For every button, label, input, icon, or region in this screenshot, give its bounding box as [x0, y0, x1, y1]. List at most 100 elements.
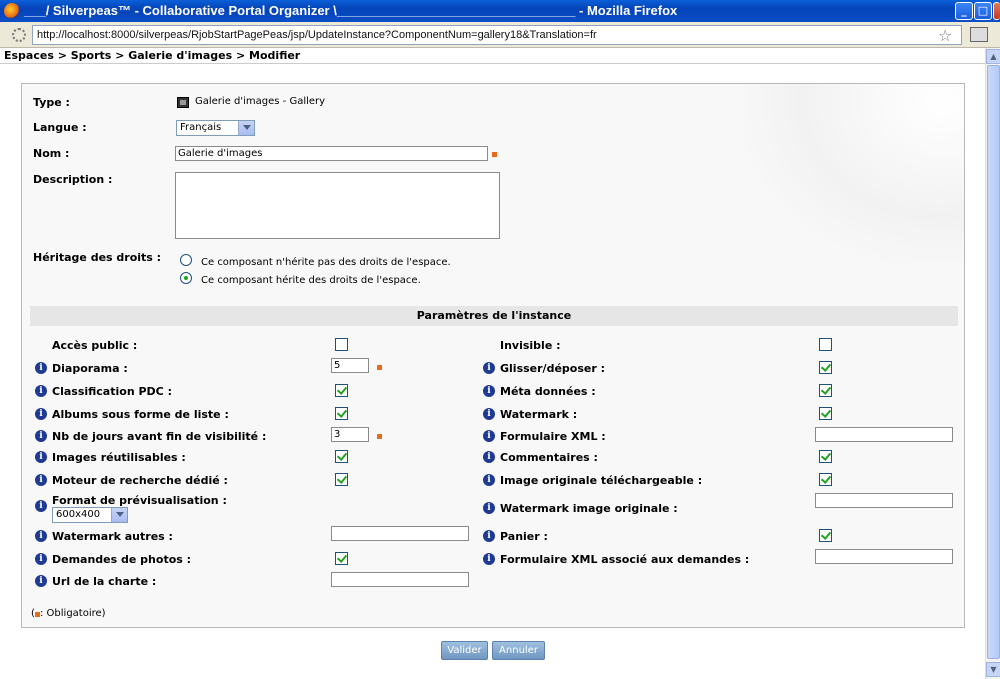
- window-titlebar: ___/ Silverpeas™ - Collaborative Portal …: [0, 0, 1000, 22]
- vertical-scrollbar[interactable]: ▲ ▼: [985, 48, 1000, 679]
- info-icon[interactable]: i: [483, 451, 495, 463]
- scrollbar-thumb[interactable]: [987, 65, 1000, 659]
- maximize-button[interactable]: □: [974, 2, 992, 20]
- info-icon[interactable]: i: [35, 362, 47, 374]
- instance-form-panel: Type : Galerie d'images - Gallery Langue…: [21, 83, 965, 628]
- heritage-label: Héritage des droits :: [33, 251, 162, 264]
- panier-checkbox[interactable]: [819, 529, 832, 542]
- scroll-up-icon[interactable]: ▲: [986, 49, 1000, 64]
- legend-text: : Obligatoire): [40, 608, 106, 619]
- url-input[interactable]: http://localhost:8000/silverpeas/RjobSta…: [32, 25, 962, 45]
- format-previsualisation-select[interactable]: 600x400: [52, 507, 128, 523]
- type-value: Galerie d'images - Gallery: [195, 96, 326, 107]
- required-marker: [377, 434, 382, 439]
- heritage-yes-radio[interactable]: [180, 272, 192, 284]
- classification-pdc-checkbox[interactable]: [335, 384, 348, 397]
- param-label: Watermark autres :: [52, 530, 173, 543]
- format-select-value: 600x400: [56, 509, 101, 520]
- watermark-autres-input[interactable]: [331, 526, 469, 541]
- nom-input[interactable]: Galerie d'images: [175, 146, 488, 161]
- langue-select[interactable]: Français: [176, 120, 255, 136]
- param-label: Url de la charte :: [52, 575, 157, 588]
- langue-label: Langue :: [33, 121, 87, 134]
- url-charte-input[interactable]: [331, 572, 469, 587]
- info-icon[interactable]: i: [483, 430, 495, 442]
- info-icon[interactable]: i: [483, 553, 495, 565]
- param-label: Watermark :: [500, 408, 578, 421]
- invisible-checkbox[interactable]: [819, 338, 832, 351]
- gallery-icon: [177, 97, 189, 108]
- moteur-recherche-checkbox[interactable]: [335, 473, 348, 486]
- param-label: Commentaires :: [500, 451, 598, 464]
- acces-public-checkbox[interactable]: [335, 338, 348, 351]
- param-label: Nb de jours avant fin de visibilité :: [52, 430, 267, 443]
- info-icon[interactable]: i: [483, 362, 495, 374]
- param-label: Formulaire XML :: [500, 430, 606, 443]
- param-label: Moteur de recherche dédié :: [52, 474, 228, 487]
- close-button[interactable]: [993, 2, 1000, 20]
- watermark-image-originale-input[interactable]: [815, 493, 953, 508]
- param-label: Watermark image originale :: [500, 502, 678, 515]
- info-icon[interactable]: i: [35, 430, 47, 442]
- param-label: Méta données :: [500, 385, 596, 398]
- validate-button[interactable]: Valider: [441, 641, 488, 660]
- scroll-down-icon[interactable]: ▼: [986, 662, 1000, 677]
- cancel-button[interactable]: Annuler: [492, 641, 545, 660]
- required-marker: [377, 365, 382, 370]
- langue-select-value: Français: [180, 122, 222, 133]
- glisser-deposer-checkbox[interactable]: [819, 361, 832, 374]
- info-icon[interactable]: i: [35, 500, 47, 512]
- info-icon[interactable]: i: [483, 408, 495, 420]
- param-label: Formulaire XML associé aux demandes :: [500, 553, 750, 566]
- description-textarea[interactable]: [175, 172, 500, 239]
- watermark-checkbox[interactable]: [819, 407, 832, 420]
- image-originale-checkbox[interactable]: [819, 473, 832, 486]
- param-label: Demandes de photos :: [52, 553, 192, 566]
- info-icon[interactable]: i: [483, 530, 495, 542]
- required-marker: [492, 152, 497, 157]
- info-icon[interactable]: i: [35, 385, 47, 397]
- param-label: Classification PDC :: [52, 385, 172, 398]
- heritage-no-radio[interactable]: [180, 254, 192, 266]
- breadcrumb-divider: [0, 63, 985, 64]
- nom-label: Nom :: [33, 147, 70, 160]
- info-icon[interactable]: i: [483, 385, 495, 397]
- navigation-bar: http://localhost:8000/silverpeas/RjobSta…: [0, 22, 1000, 48]
- type-label: Type :: [33, 96, 70, 109]
- heritage-yes-label: Ce composant hérite des droits de l'espa…: [201, 275, 421, 286]
- instance-parameters-header: Paramètres de l'instance: [30, 306, 958, 326]
- minimize-button[interactable]: _: [955, 2, 973, 20]
- formulaire-xml-demandes-input[interactable]: [815, 549, 953, 564]
- diaporama-input[interactable]: 5: [331, 358, 369, 373]
- firefox-icon: [4, 3, 20, 19]
- info-icon[interactable]: i: [35, 575, 47, 587]
- param-label: Panier :: [500, 530, 548, 543]
- info-icon[interactable]: i: [35, 451, 47, 463]
- commentaires-checkbox[interactable]: [819, 450, 832, 463]
- info-icon[interactable]: i: [483, 474, 495, 486]
- info-icon[interactable]: i: [35, 553, 47, 565]
- param-label: Image originale téléchargeable :: [500, 474, 703, 487]
- panel-decoration: [744, 84, 964, 264]
- meta-donnees-checkbox[interactable]: [819, 384, 832, 397]
- images-reutilisables-checkbox[interactable]: [335, 450, 348, 463]
- breadcrumb: Espaces > Sports > Galerie d'images > Mo…: [4, 49, 301, 62]
- param-label: Diaporama :: [52, 362, 128, 375]
- window-restore-icon[interactable]: [970, 27, 988, 42]
- info-icon[interactable]: i: [35, 474, 47, 486]
- param-label: Images réutilisables :: [52, 451, 186, 464]
- albums-liste-checkbox[interactable]: [335, 407, 348, 420]
- description-label: Description :: [33, 173, 113, 186]
- formulaire-xml-input[interactable]: [815, 427, 953, 442]
- demandes-photos-checkbox[interactable]: [335, 552, 348, 565]
- info-icon[interactable]: i: [483, 502, 495, 514]
- param-label: Format de prévisualisation :: [52, 494, 227, 507]
- bookmark-star-icon[interactable]: ☆: [938, 26, 952, 45]
- chevron-down-icon: [238, 121, 254, 135]
- param-label: Glisser/déposer :: [500, 362, 605, 375]
- window-title: ___/ Silverpeas™ - Collaborative Portal …: [24, 3, 678, 18]
- nb-jours-input[interactable]: 3: [331, 427, 369, 442]
- info-icon[interactable]: i: [35, 530, 47, 542]
- info-icon[interactable]: i: [35, 408, 47, 420]
- chevron-down-icon: [111, 508, 127, 522]
